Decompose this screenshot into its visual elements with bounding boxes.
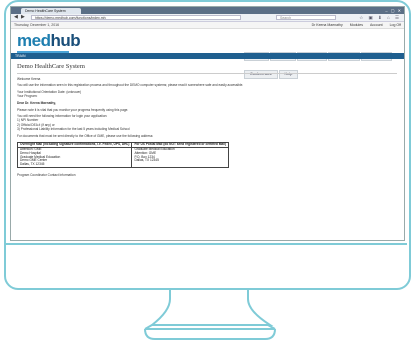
main-nav: ⌂ HomePortfolioSchedulesProceduresEvalua… bbox=[243, 44, 404, 79]
overnight-address: Attention: GME Demo Hospital Graduate Me… bbox=[16, 147, 133, 169]
tab-strip: Demo HealthCare System – ▢ ✕ bbox=[11, 7, 404, 14]
logo-med: med bbox=[17, 31, 51, 50]
main-content: Demo HealthCare System Welcome Keena You… bbox=[16, 63, 397, 178]
current-date: Thursday, December 1, 2016 bbox=[14, 23, 60, 27]
back-arrow-icon[interactable]: ◀ bbox=[14, 14, 18, 21]
contact-info-heading: Program Coordinator Contact Information bbox=[17, 173, 76, 178]
window-controls[interactable]: – ▢ ✕ bbox=[385, 8, 402, 13]
info-bar: Thursday, December 1, 2016 Dr Keena Maen… bbox=[11, 22, 404, 29]
toolbar-icons[interactable]: ☆ ▣ ⬇ ⌂ ☰ bbox=[359, 14, 401, 21]
medhub-logo[interactable]: medhub bbox=[17, 31, 81, 51]
account-link[interactable]: Account bbox=[370, 23, 383, 27]
address-line: Dallas, TX 12345 bbox=[20, 162, 45, 167]
postal-address: Graduate Medical Education Attention: GM… bbox=[131, 147, 230, 169]
section-bar-label[interactable]: TRAIN bbox=[15, 54, 26, 58]
divider bbox=[17, 73, 397, 74]
address-bar[interactable]: https://demo.medhub.com/functions/index.… bbox=[31, 15, 241, 20]
logo-hub: hub bbox=[50, 31, 81, 50]
modules-link[interactable]: Modules bbox=[350, 23, 363, 27]
browser-nav-bar: ◀ ▶ https://demo.medhub.com/functions/in… bbox=[11, 14, 404, 22]
forward-arrow-icon[interactable]: ▶ bbox=[21, 14, 25, 21]
browser-window: Demo HealthCare System – ▢ ✕ ◀ ▶ https:/… bbox=[10, 6, 405, 241]
monitor-stand bbox=[144, 289, 276, 340]
user-name-link[interactable]: Dr Keena Maenathy bbox=[312, 23, 343, 27]
address-table: Overnight Mail (including signature conf… bbox=[16, 142, 230, 169]
log-off-link[interactable]: Log Off bbox=[390, 23, 401, 27]
user-links: Dr Keena Maenathy Modules Account Log Of… bbox=[306, 22, 401, 28]
page-title: Demo HealthCare System bbox=[17, 63, 85, 70]
section-bar: TRAIN bbox=[11, 53, 404, 59]
address-line: Dallas, TX 12345 bbox=[134, 158, 159, 163]
search-input[interactable]: Search bbox=[276, 15, 336, 20]
monitor-bezel-line bbox=[4, 243, 407, 245]
